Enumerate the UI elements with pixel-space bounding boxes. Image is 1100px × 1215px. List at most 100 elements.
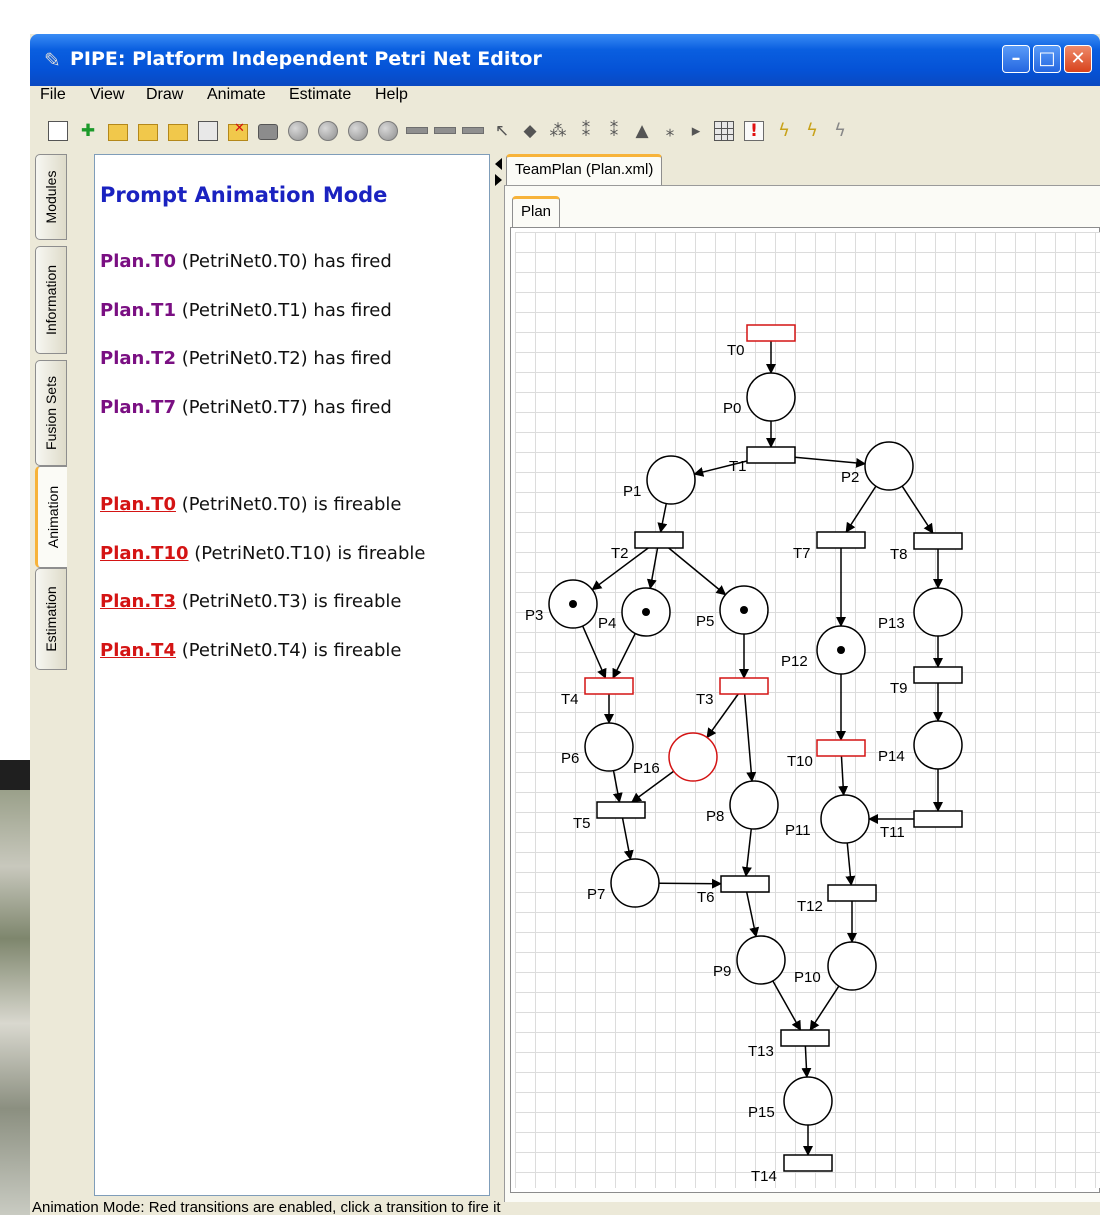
arc-P10-T13[interactable] [809,985,840,1031]
tab-fusion-sets[interactable]: Fusion Sets [35,360,67,466]
transition-T1[interactable] [746,446,796,464]
transition-T11[interactable] [913,810,963,828]
open-folder-icon[interactable] [108,124,128,141]
place-P1[interactable] [646,455,696,505]
add-token-icon[interactable]: ⁂ [548,121,568,141]
petri-net-canvas[interactable]: P0 P1 P2 P3 P4 P5 P6 P7 P8 P9 P10 P11 P12 P13 P14 P15 P1… [515,232,1100,1188]
place-P7[interactable] [610,858,660,908]
collapse-left-arrow-icon[interactable] [495,158,502,170]
arc-T1-P2[interactable] [794,456,867,468]
place-P9[interactable] [736,935,786,985]
arc-T2-P4[interactable] [646,547,659,590]
arc-T3-P8[interactable] [743,693,757,783]
arc-T2-P5[interactable] [668,547,727,596]
transition-icon[interactable] [462,127,484,134]
tab-fusion-sets-label: Fusion Sets [43,376,59,450]
arc-P9-T13[interactable] [772,980,802,1031]
close-button[interactable]: ✕ [1064,45,1092,73]
place-P8[interactable] [729,780,779,830]
folder-icon[interactable] [138,124,158,141]
arc-P7-T6[interactable] [658,878,722,889]
fireable-transition-link[interactable]: Plan.T0 [100,494,176,515]
tree-icon[interactable]: ▲ [632,121,652,141]
fireable-transition-link[interactable]: Plan.T3 [100,591,176,612]
close-file-icon[interactable] [198,121,218,141]
arc-P1-T2[interactable] [657,503,668,533]
menu-file[interactable]: File [40,86,66,104]
place-P6[interactable] [584,722,634,772]
folder-icon[interactable] [168,124,188,141]
select-icon[interactable]: ▸ [686,121,706,141]
arc-T5-P7[interactable] [621,817,634,861]
remove-token-icon[interactable]: ⁎ [660,121,680,141]
arc-P8-T6[interactable] [741,828,753,877]
place-token-icon[interactable] [378,121,398,141]
arc-P6-T5[interactable] [612,770,623,803]
arc-P4-T4[interactable] [612,633,636,679]
place-icon[interactable] [318,121,338,141]
menu-draw[interactable]: Draw [146,86,183,104]
bolt-icon[interactable]: ϟ [802,121,822,141]
arc-P3-T4[interactable] [581,625,607,679]
place-P14[interactable] [913,720,963,770]
place-P0[interactable] [746,372,796,422]
bolt-icon[interactable]: ϟ [830,121,850,141]
transition-T10[interactable] [816,739,866,757]
menu-animate[interactable]: Animate [207,86,266,104]
transition-T6[interactable] [720,875,770,893]
transition-T4[interactable] [584,677,634,695]
tab-modules[interactable]: Modules [35,154,67,240]
fireable-transition-link[interactable]: Plan.T4 [100,640,176,661]
transition-T3[interactable] [719,677,769,695]
grid-icon[interactable] [714,121,734,141]
minimize-button[interactable]: – [1002,45,1030,73]
transition-T9[interactable] [913,666,963,684]
new-file-icon[interactable] [48,121,68,141]
transition-T0[interactable] [746,324,796,342]
place-P2[interactable] [864,441,914,491]
arc-T13-P15[interactable] [801,1045,812,1079]
expand-right-arrow-icon[interactable] [495,174,502,186]
place-icon[interactable] [288,121,308,141]
arc-T6-P9[interactable] [745,891,760,938]
animation-mode-icon[interactable]: ! [744,121,764,141]
arc-P2-T7[interactable] [845,485,877,533]
maximize-button[interactable]: □ [1033,45,1061,73]
arc-P11-T12[interactable] [845,842,856,886]
transition-T2[interactable] [634,531,684,549]
transition-T12[interactable] [827,884,877,902]
bolt-icon[interactable]: ϟ [774,121,794,141]
arc-T10-P11[interactable] [838,755,849,797]
arc-icon[interactable]: ↖ [492,121,512,141]
fireable-transition-link[interactable]: Plan.T10 [100,543,189,564]
add-module-icon[interactable]: ✚ [78,121,98,141]
delete-arc-icon[interactable]: ⁑ [604,121,624,141]
delete-folder-icon[interactable] [228,121,248,141]
menu-help[interactable]: Help [375,86,408,104]
print-icon[interactable] [258,124,278,140]
arc-P2-T8[interactable] [901,485,934,534]
tab-plan[interactable]: Plan [512,196,561,228]
place-icon[interactable] [348,121,368,141]
annotation-icon[interactable]: ◆ [520,121,540,141]
place-P15[interactable] [783,1076,833,1126]
place-P13[interactable] [913,587,963,637]
transition-T7[interactable] [816,531,866,549]
transition-T8[interactable] [913,532,963,550]
title-bar[interactable]: ✎ PIPE: Platform Independent Petri Net E… [30,34,1100,86]
transition-icon[interactable] [406,127,428,134]
tab-animation[interactable]: Animation [35,466,67,568]
place-P11[interactable] [820,794,870,844]
transition-T13[interactable] [780,1029,830,1047]
transition-icon[interactable] [434,127,456,134]
menu-estimate[interactable]: Estimate [289,86,351,104]
tab-information[interactable]: Information [35,246,67,354]
menu-view[interactable]: View [90,86,124,104]
tab-file[interactable]: TeamPlan (Plan.xml) [506,154,663,186]
transition-T14[interactable] [783,1154,833,1172]
transition-arc-icon[interactable]: ⁑ [576,121,596,141]
place-P16[interactable] [668,732,718,782]
transition-T5[interactable] [596,801,646,819]
place-P10[interactable] [827,941,877,991]
tab-estimation[interactable]: Estimation [35,568,67,670]
